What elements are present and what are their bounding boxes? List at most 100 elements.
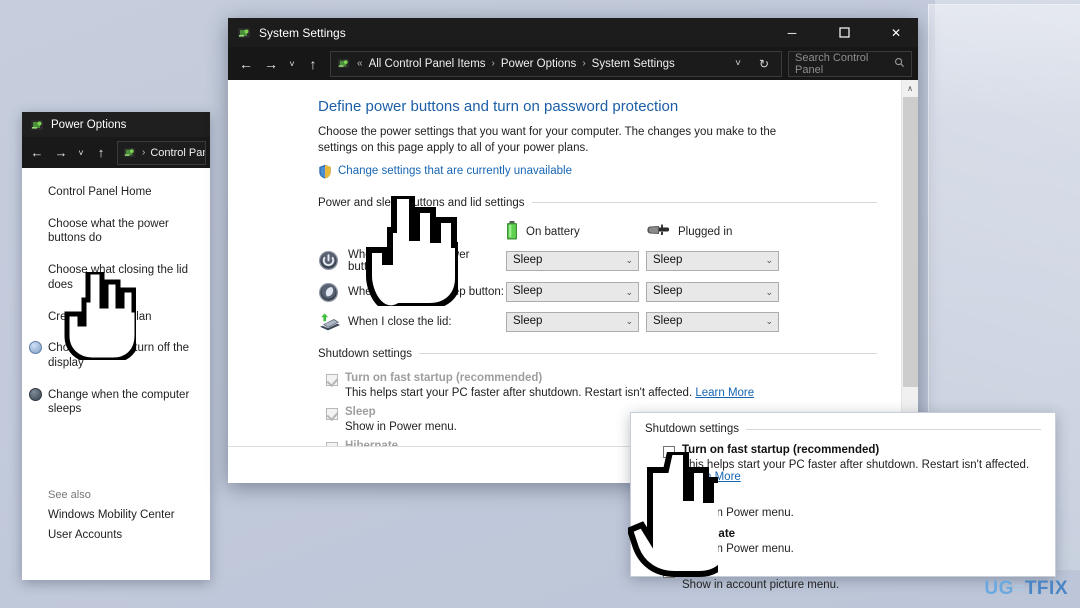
inset-checkbox-row-fast-startup[interactable]: Turn on fast startup (recommended): [663, 444, 1041, 458]
back-button[interactable]: ←: [234, 51, 258, 77]
chevron-down-icon: ⌄: [765, 316, 773, 327]
dropdown-value: Sleep: [653, 285, 683, 298]
checkbox-sleep[interactable]: [663, 494, 675, 506]
dropdown-close-lid-plugged-in[interactable]: Sleep ⌄: [646, 311, 779, 332]
sleep-moon-icon: [318, 282, 348, 303]
chevron-down-icon[interactable]: ˅: [729, 58, 747, 69]
checkbox-label: Turn on fast startup (recommended): [682, 444, 879, 456]
checkbox-fast-startup[interactable]: [663, 446, 675, 458]
setting-row-power-button: When I press the power button: Sleep ⌄ S…: [318, 249, 877, 273]
sleep-moon-icon: [29, 387, 42, 401]
dropdown-sleep-button-on-battery[interactable]: Sleep ⌄: [506, 282, 639, 303]
minimize-button[interactable]: ─: [770, 18, 814, 47]
dropdown-value: Sleep: [653, 314, 683, 327]
breadcrumb-item-power-options[interactable]: Power Options: [501, 58, 576, 70]
back-button[interactable]: ←: [26, 141, 48, 165]
laptop-lid-icon: [318, 312, 348, 332]
page-title: System Settings: [259, 25, 346, 40]
scrollbar-thumb[interactable]: [902, 97, 918, 387]
checkbox-hibernate[interactable]: [663, 530, 675, 542]
up-button[interactable]: ↑: [90, 141, 112, 165]
chevron-down-icon: ⌄: [625, 286, 633, 297]
admin-link-row[interactable]: Change settings that are currently unava…: [318, 164, 877, 179]
checkbox-label: Hibernate: [682, 528, 735, 540]
dropdown-close-lid-on-battery[interactable]: Sleep ⌄: [506, 311, 639, 332]
breadcrumb-item-system-settings[interactable]: System Settings: [592, 58, 675, 70]
breadcrumb[interactable]: « All Control Panel Items › Power Option…: [330, 50, 782, 77]
setting-row-close-lid: When I close the lid: Sleep ⌄ Sleep ⌄: [318, 311, 877, 332]
clock-icon: [29, 341, 42, 355]
setting-label: When I press the power button:: [348, 248, 470, 273]
breadcrumb-separator: ›: [491, 58, 495, 69]
sidebar-item-computer-sleeps[interactable]: Change when the computer sleeps: [22, 385, 210, 420]
setting-row-sleep-button: When I press the sleep button: Sleep ⌄ S…: [318, 282, 877, 303]
see-also-user-accounts[interactable]: User Accounts: [22, 525, 210, 546]
maximize-button[interactable]: [822, 18, 866, 47]
inset-checkbox-row-hibernate[interactable]: Hibernate: [663, 528, 1041, 542]
checkbox-label-text: Hibernate: [682, 528, 736, 540]
setting-label: When I close the lid:: [348, 315, 452, 328]
page-heading: Define power buttons and turn on passwor…: [318, 98, 679, 115]
watermark-glyph: ≈: [1013, 578, 1025, 599]
sidebar-item-turn-off-display[interactable]: Choose when to turn off the display: [22, 338, 210, 373]
inset-checkbox-row-lock[interactable]: Lock: [663, 564, 1041, 578]
dropdown-power-button-plugged-in[interactable]: Sleep ⌄: [646, 250, 779, 271]
search-icon: [894, 57, 905, 71]
sidebar-item-choose-power-buttons[interactable]: Choose what the power buttons do: [22, 214, 210, 249]
power-options-navbar: ← → ˅ ↑ › Control Panel: [22, 137, 210, 168]
breadcrumb-overflow-icon[interactable]: «: [357, 58, 363, 69]
change-settings-link[interactable]: Change settings that are currently unava…: [338, 165, 572, 177]
checkbox-label-text: Sleep: [682, 492, 713, 504]
dropdown-value: Sleep: [513, 253, 543, 266]
group-title: Shutdown settings: [645, 423, 739, 435]
search-input[interactable]: Search Control Panel: [788, 50, 912, 77]
setting-label: When I press the sleep button:: [348, 286, 504, 299]
sidebar-item-closing-lid[interactable]: Choose what closing the lid does: [22, 260, 210, 295]
close-button[interactable]: ✕: [874, 18, 918, 47]
checkbox-label-text: Hibernate: [345, 439, 399, 446]
breadcrumb[interactable]: › Control Panel: [117, 140, 206, 165]
see-also-windows-mobility-center[interactable]: Windows Mobility Center: [22, 505, 210, 526]
inset-checkbox-row-sleep[interactable]: Sleep: [663, 492, 1041, 506]
refresh-icon[interactable]: ↻: [753, 57, 775, 71]
recent-locations-icon[interactable]: ˅: [284, 51, 300, 77]
dropdown-value: Sleep: [513, 285, 543, 298]
power-options-titlebar: Power Options: [22, 112, 210, 137]
learn-more-link[interactable]: Learn More: [682, 471, 741, 483]
power-plug-icon: [646, 223, 670, 240]
breadcrumb-item-control-panel[interactable]: Control Panel: [150, 147, 205, 159]
forward-button[interactable]: →: [259, 51, 283, 77]
up-button[interactable]: ↑: [301, 51, 325, 77]
control-panel-icon: [337, 57, 351, 71]
dropdown-sleep-button-plugged-in[interactable]: Sleep ⌄: [646, 282, 779, 303]
sidebar-item-control-panel-home[interactable]: Control Panel Home: [22, 182, 210, 203]
checkbox-row-fast-startup[interactable]: Turn on fast startup (recommended): [326, 372, 877, 386]
recent-locations-icon[interactable]: ˅: [74, 141, 88, 165]
dropdown-power-button-on-battery[interactable]: Sleep ⌄: [506, 250, 639, 271]
checkbox-fast-startup[interactable]: [326, 373, 338, 386]
power-options-window[interactable]: Power Options ← → ˅ ↑ › Control Panel Co…: [22, 112, 210, 580]
breadcrumb-item-all-control-panel-items[interactable]: All Control Panel Items: [369, 58, 486, 70]
group-header-shutdown-settings: Shutdown settings: [318, 348, 877, 360]
checkbox-label-text: Lock: [682, 564, 709, 576]
dropdown-value: Sleep: [653, 253, 683, 266]
checkbox-lock[interactable]: [663, 566, 675, 578]
power-options-title-text: Power Options: [51, 118, 127, 131]
description-text: This helps start your PC faster after sh…: [345, 386, 693, 399]
learn-more-link[interactable]: Learn More: [695, 387, 754, 399]
control-panel-icon: [123, 146, 137, 160]
sidebar-item-create-power-plan[interactable]: Create a power plan: [22, 307, 210, 328]
settings-page: Define power buttons and turn on passwor…: [228, 80, 901, 446]
forward-button[interactable]: →: [50, 141, 72, 165]
description-text: This helps start your PC faster after sh…: [682, 459, 1030, 471]
shield-icon: [318, 164, 332, 179]
scroll-up-arrow-icon[interactable]: ∧: [901, 80, 918, 97]
control-panel-icon: [237, 26, 251, 40]
battery-icon: [506, 220, 518, 243]
checkbox-label-text: Sleep: [345, 405, 376, 418]
group-divider: [745, 428, 1041, 430]
checkbox-label: Hibernate: [345, 440, 398, 446]
checkbox-sleep[interactable]: [326, 407, 338, 420]
checkbox-hibernate[interactable]: [326, 441, 338, 446]
vertical-scrollbar[interactable]: ∧: [901, 80, 918, 446]
